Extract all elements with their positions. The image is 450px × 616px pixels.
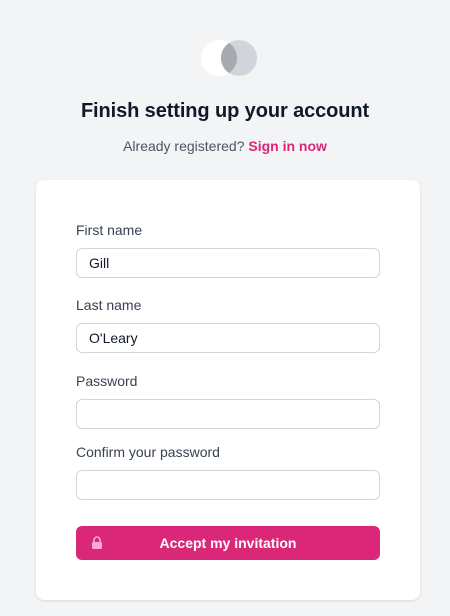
already-registered-text: Already registered? bbox=[123, 138, 245, 154]
last-name-input[interactable] bbox=[76, 323, 380, 353]
form-card: First name Last name Password Confirm yo… bbox=[36, 180, 420, 600]
first-name-label: First name bbox=[76, 222, 143, 238]
logo-icon bbox=[201, 40, 257, 76]
confirm-password-label: Confirm your password bbox=[76, 444, 220, 460]
accept-invitation-label: Accept my invitation bbox=[159, 535, 297, 551]
subtitle: Already registered? Sign in now bbox=[0, 138, 450, 154]
password-label: Password bbox=[76, 373, 138, 389]
confirm-password-input[interactable] bbox=[76, 470, 380, 500]
page-title: Finish setting up your account bbox=[80, 100, 370, 122]
invitation-page: Finish setting up your account Already r… bbox=[0, 0, 450, 616]
last-name-label: Last name bbox=[76, 297, 142, 313]
sign-in-link[interactable]: Sign in now bbox=[248, 138, 327, 154]
password-input[interactable] bbox=[76, 399, 380, 429]
accept-invitation-button[interactable]: Accept my invitation bbox=[76, 526, 380, 560]
first-name-input[interactable] bbox=[76, 248, 380, 278]
lock-icon bbox=[92, 536, 102, 549]
